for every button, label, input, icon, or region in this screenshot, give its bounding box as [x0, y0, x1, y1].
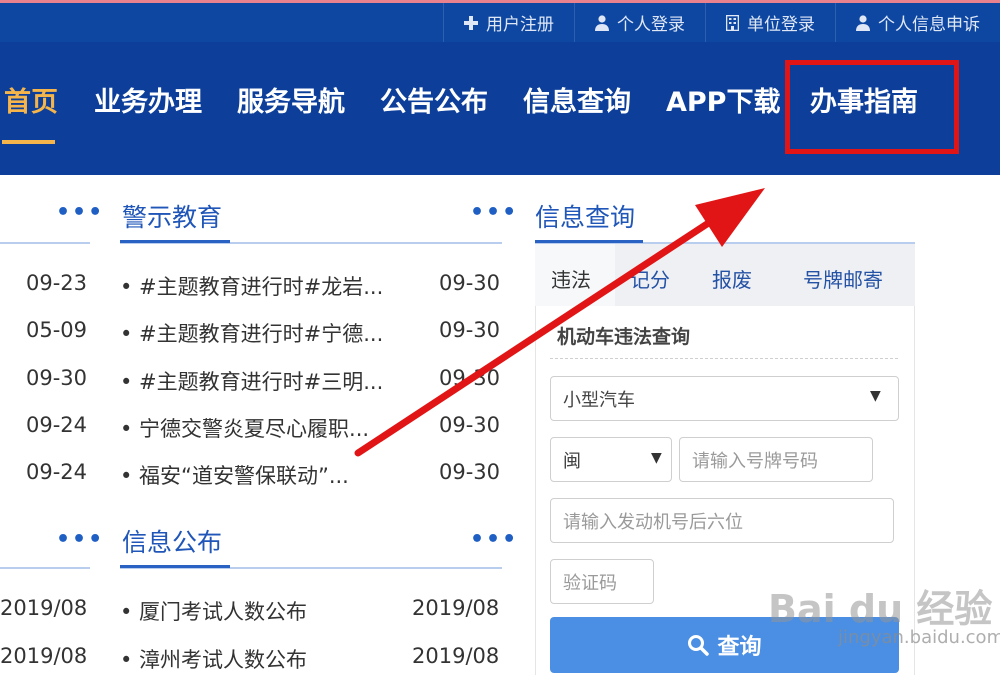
watermark-logo: Bai du 经验 [768, 587, 993, 631]
watermark-url: jingyan.baidu.com [838, 627, 1000, 648]
annotation-arrow [354, 188, 765, 457]
